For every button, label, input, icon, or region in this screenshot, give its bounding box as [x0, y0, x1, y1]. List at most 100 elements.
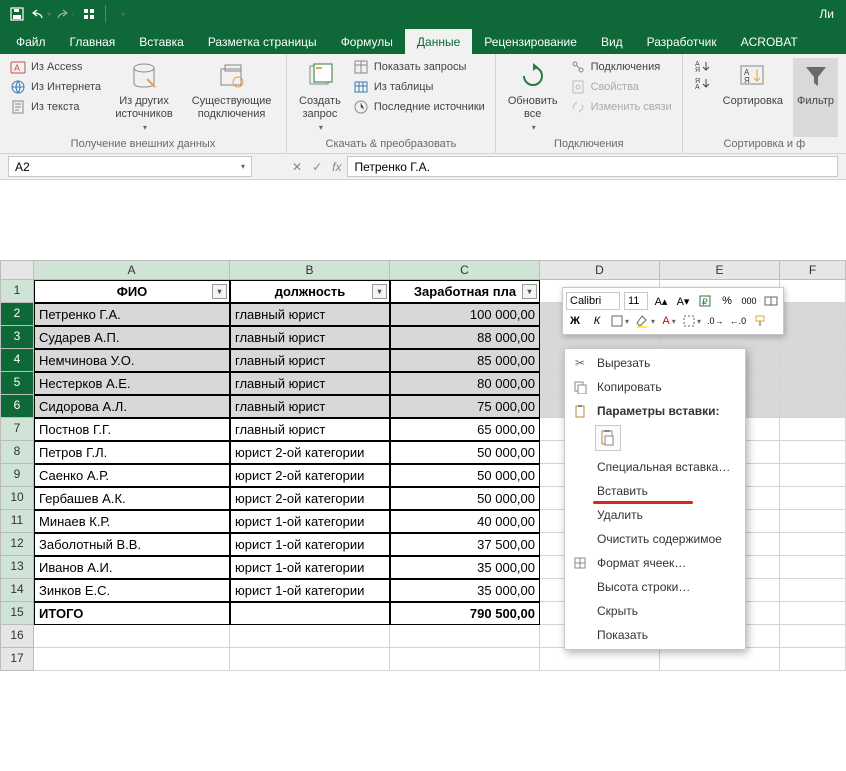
from-other-button[interactable]: Из других источников	[109, 58, 179, 137]
undo-button[interactable]	[30, 3, 52, 25]
ctx-row-height[interactable]: Высота строки…	[565, 575, 745, 599]
cell[interactable]: Зинков Е.С.	[34, 579, 230, 602]
table-header[interactable]: должность▾	[230, 280, 390, 303]
sort-button[interactable]: АЯ Сортировка	[719, 58, 787, 137]
row-header[interactable]: 9	[0, 464, 34, 487]
cell[interactable]: главный юрист	[230, 349, 390, 372]
cell[interactable]: 35 000,00	[390, 579, 540, 602]
from-web-button[interactable]: Из Интернета	[8, 78, 103, 96]
cell[interactable]: 65 000,00	[390, 418, 540, 441]
cell[interactable]	[390, 625, 540, 648]
save-button[interactable]	[6, 3, 28, 25]
show-queries-button[interactable]: Показать запросы	[351, 58, 487, 76]
row-header[interactable]: 12	[0, 533, 34, 556]
cell[interactable]	[780, 625, 846, 648]
border-button[interactable]	[610, 312, 630, 330]
cell[interactable]: 80 000,00	[390, 372, 540, 395]
cell[interactable]: юрист 2-ой категории	[230, 441, 390, 464]
cell[interactable]	[780, 533, 846, 556]
italic-button[interactable]: К	[588, 312, 606, 330]
col-header[interactable]: E	[660, 260, 780, 280]
filter-dropdown-button[interactable]: ▾	[372, 284, 387, 299]
cell[interactable]: 88 000,00	[390, 326, 540, 349]
cell[interactable]: юрист 2-ой категории	[230, 487, 390, 510]
cell[interactable]: 35 000,00	[390, 556, 540, 579]
filter-dropdown-button[interactable]: ▾	[522, 284, 537, 299]
bold-button[interactable]: Ж	[566, 312, 584, 330]
cell[interactable]: 85 000,00	[390, 349, 540, 372]
table-header[interactable]: ФИО▾	[34, 280, 230, 303]
cell[interactable]: 37 500,00	[390, 533, 540, 556]
cell[interactable]: Саенко А.Р.	[34, 464, 230, 487]
cell[interactable]	[780, 418, 846, 441]
cell[interactable]	[540, 648, 660, 671]
tab-insert[interactable]: Вставка	[127, 29, 196, 54]
ctx-copy[interactable]: Копировать	[565, 375, 745, 399]
tab-developer[interactable]: Разработчик	[635, 29, 729, 54]
tab-layout[interactable]: Разметка страницы	[196, 29, 329, 54]
cell[interactable]: 40 000,00	[390, 510, 540, 533]
col-header[interactable]: F	[780, 260, 846, 280]
row-header[interactable]: 3	[0, 326, 34, 349]
paste-option-button[interactable]	[595, 425, 621, 451]
borders-button[interactable]	[682, 312, 702, 330]
cell[interactable]	[780, 326, 846, 349]
cell[interactable]	[780, 464, 846, 487]
new-query-button[interactable]: Создать запрос	[295, 58, 345, 137]
ctx-format-cells[interactable]: Формат ячеек…	[565, 551, 745, 575]
font-name-input[interactable]	[566, 292, 620, 310]
cell[interactable]	[780, 441, 846, 464]
tab-home[interactable]: Главная	[58, 29, 128, 54]
ctx-show[interactable]: Показать	[565, 623, 745, 647]
cell[interactable]: 50 000,00	[390, 441, 540, 464]
worksheet-grid[interactable]: ABCDEF 1ФИО▾должность▾Заработная пла▾2Пе…	[0, 260, 846, 771]
col-header[interactable]: C	[390, 260, 540, 280]
cell[interactable]	[780, 280, 846, 303]
cell[interactable]	[34, 648, 230, 671]
cell[interactable]: Немчинова У.О.	[34, 349, 230, 372]
existing-conn-button[interactable]: Существующие подключения	[185, 58, 278, 137]
filter-button[interactable]: Фильтр	[793, 58, 838, 137]
cell[interactable]: юрист 2-ой категории	[230, 464, 390, 487]
increase-decimal-button[interactable]: .0→	[706, 312, 725, 330]
cell[interactable]	[780, 372, 846, 395]
decrease-font-button[interactable]: A▾	[674, 292, 692, 310]
cell[interactable]	[230, 602, 390, 625]
font-size-input[interactable]	[624, 292, 648, 310]
cell[interactable]	[230, 625, 390, 648]
font-color-button[interactable]: А	[660, 312, 678, 330]
properties-button[interactable]: Свойства	[568, 78, 674, 96]
cell[interactable]: главный юрист	[230, 372, 390, 395]
tab-file[interactable]: Файл	[4, 29, 58, 54]
row-header[interactable]: 6	[0, 395, 34, 418]
cell[interactable]: Минаев К.Р.	[34, 510, 230, 533]
row-header[interactable]: 2	[0, 303, 34, 326]
tab-review[interactable]: Рецензирование	[472, 29, 589, 54]
cell[interactable]: юрист 1-ой категории	[230, 579, 390, 602]
decrease-decimal-button[interactable]: ←.0	[729, 312, 748, 330]
cell[interactable]	[780, 602, 846, 625]
cell[interactable]: ИТОГО	[34, 602, 230, 625]
enter-icon[interactable]: ✓	[312, 160, 322, 174]
increase-font-button[interactable]: A▴	[652, 292, 670, 310]
connections-button[interactable]: Подключения	[568, 58, 674, 76]
row-header[interactable]: 4	[0, 349, 34, 372]
row-header[interactable]: 5	[0, 372, 34, 395]
ctx-insert[interactable]: Вставить	[565, 479, 745, 503]
row-header[interactable]: 14	[0, 579, 34, 602]
format-painter-button[interactable]	[751, 312, 769, 330]
cell[interactable]: 790 500,00	[390, 602, 540, 625]
ctx-delete[interactable]: Удалить	[565, 503, 745, 527]
cell[interactable]: 100 000,00	[390, 303, 540, 326]
from-text-button[interactable]: Из текста	[8, 98, 103, 116]
cell[interactable]	[780, 487, 846, 510]
cell[interactable]: Сударев А.П.	[34, 326, 230, 349]
cell[interactable]: Заболотный В.В.	[34, 533, 230, 556]
cell[interactable]	[780, 579, 846, 602]
col-header[interactable]: A	[34, 260, 230, 280]
cell[interactable]: Нестерков А.Е.	[34, 372, 230, 395]
cell[interactable]: 75 000,00	[390, 395, 540, 418]
cell[interactable]	[660, 648, 780, 671]
cell[interactable]	[230, 648, 390, 671]
cell[interactable]: юрист 1-ой категории	[230, 510, 390, 533]
